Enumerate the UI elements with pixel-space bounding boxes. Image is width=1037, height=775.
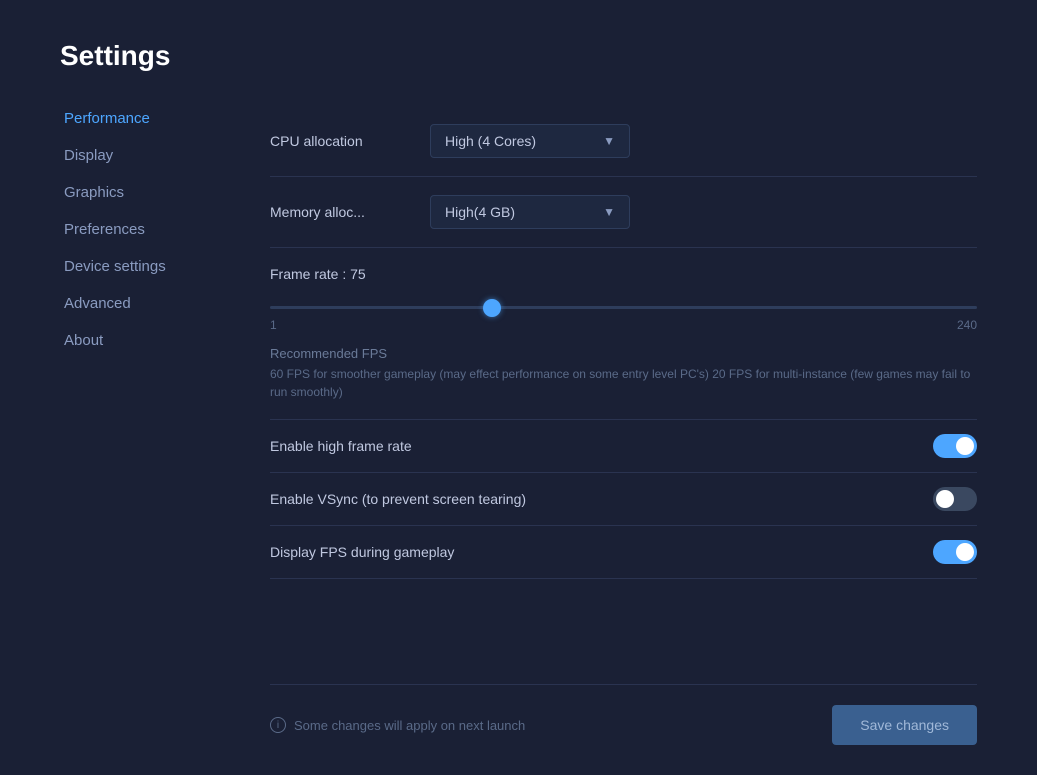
recommended-fps-desc: 60 FPS for smoother gameplay (may effect… — [270, 365, 977, 401]
memory-allocation-row: Memory alloc... High(4 GB) ▼ — [270, 177, 977, 248]
high-frame-rate-label: Enable high frame rate — [270, 438, 412, 454]
framerate-slider-wrapper — [270, 296, 977, 314]
memory-allocation-label: Memory alloc... — [270, 204, 430, 220]
info-icon: i — [270, 717, 286, 733]
sidebar-item-advanced[interactable]: Advanced — [60, 287, 230, 320]
footer-note-text: Some changes will apply on next launch — [294, 718, 525, 733]
toggle-row-high-frame-rate: Enable high frame rate — [270, 420, 977, 473]
slider-min: 1 — [270, 318, 277, 332]
slider-range: 1 240 — [270, 318, 977, 332]
cpu-allocation-dropdown[interactable]: High (4 Cores) ▼ — [430, 124, 630, 158]
sidebar-item-display[interactable]: Display — [60, 139, 230, 172]
settings-section: CPU allocation High (4 Cores) ▼ Memory a… — [270, 106, 977, 684]
cpu-allocation-value: High (4 Cores) — [445, 133, 536, 149]
vsync-toggle-knob — [936, 490, 954, 508]
display-fps-toggle-knob — [956, 543, 974, 561]
cpu-dropdown-arrow-icon: ▼ — [603, 134, 615, 148]
toggle-row-vsync: Enable VSync (to prevent screen tearing) — [270, 473, 977, 526]
sidebar-item-device-settings[interactable]: Device settings — [60, 250, 230, 283]
main-content: CPU allocation High (4 Cores) ▼ Memory a… — [270, 102, 977, 745]
memory-allocation-value: High(4 GB) — [445, 204, 515, 220]
recommended-fps-title: Recommended FPS — [270, 346, 977, 361]
framerate-section: Frame rate : 75 1 240 Recommended FPS 60… — [270, 248, 977, 420]
vsync-label: Enable VSync (to prevent screen tearing) — [270, 491, 526, 507]
save-button[interactable]: Save changes — [832, 705, 977, 745]
framerate-label: Frame rate : 75 — [270, 266, 977, 282]
cpu-allocation-row: CPU allocation High (4 Cores) ▼ — [270, 106, 977, 177]
framerate-slider[interactable] — [270, 306, 977, 309]
sidebar: Performance Display Graphics Preferences… — [60, 102, 230, 745]
display-fps-toggle[interactable] — [933, 540, 977, 564]
sidebar-item-about[interactable]: About — [60, 324, 230, 357]
sidebar-item-performance[interactable]: Performance — [60, 102, 230, 135]
sidebar-item-graphics[interactable]: Graphics — [60, 176, 230, 209]
high-frame-rate-toggle-knob — [956, 437, 974, 455]
toggle-row-display-fps: Display FPS during gameplay — [270, 526, 977, 579]
footer-note: i Some changes will apply on next launch — [270, 717, 525, 733]
recommended-fps: Recommended FPS 60 FPS for smoother game… — [270, 346, 977, 401]
memory-allocation-dropdown[interactable]: High(4 GB) ▼ — [430, 195, 630, 229]
footer: i Some changes will apply on next launch… — [270, 684, 977, 745]
page-title: Settings — [60, 40, 977, 72]
display-fps-label: Display FPS during gameplay — [270, 544, 454, 560]
high-frame-rate-toggle[interactable] — [933, 434, 977, 458]
sidebar-item-preferences[interactable]: Preferences — [60, 213, 230, 246]
slider-max: 240 — [957, 318, 977, 332]
cpu-allocation-label: CPU allocation — [270, 133, 430, 149]
memory-dropdown-arrow-icon: ▼ — [603, 205, 615, 219]
vsync-toggle[interactable] — [933, 487, 977, 511]
